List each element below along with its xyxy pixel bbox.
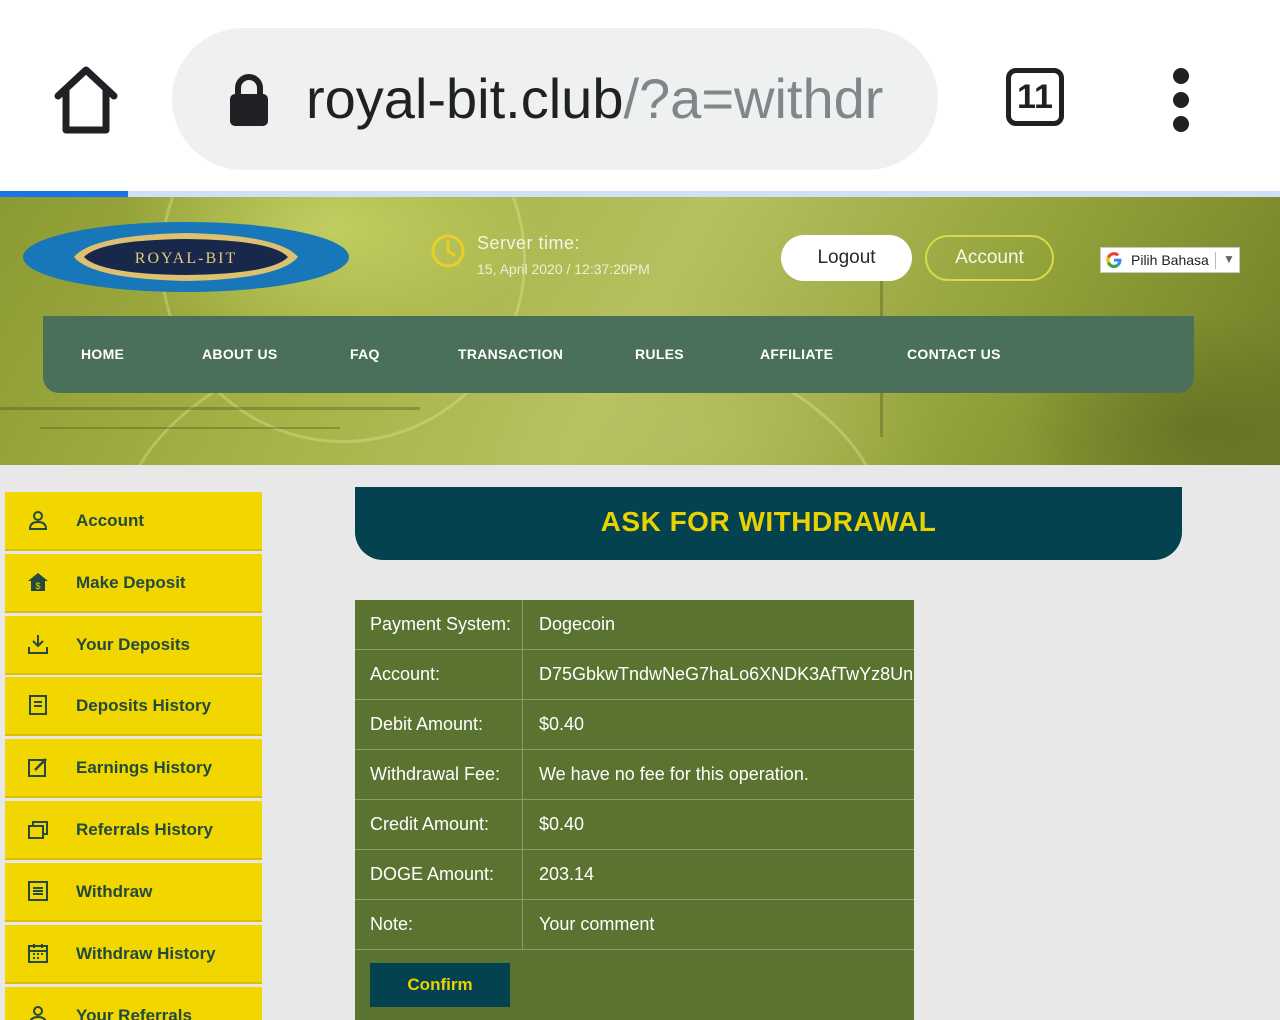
form-value: $0.40: [539, 714, 585, 734]
form-value: Dogecoin: [539, 614, 616, 634]
nav-home[interactable]: HOME: [81, 316, 124, 393]
tab-switcher-button[interactable]: 11: [1006, 68, 1064, 126]
sidebar-item-your-deposits[interactable]: Your Deposits: [5, 616, 262, 673]
sidebar-item-label: Your Deposits: [76, 635, 190, 654]
header-decoration: [0, 407, 420, 410]
note-field[interactable]: Your comment: [524, 900, 914, 949]
sidebar-item-label: Make Deposit: [76, 573, 186, 592]
sidebar-item-earnings-history[interactable]: Earnings History: [5, 739, 262, 796]
nav-about-us[interactable]: ABOUT US: [202, 316, 278, 393]
dropdown-arrow-icon: ▼: [1223, 252, 1235, 266]
nav-contact-us[interactable]: CONTACT US: [907, 316, 1001, 393]
nav-transaction[interactable]: TRANSACTION: [458, 316, 563, 393]
form-value: D75GbkwTndwNeG7haLo6XNDK3AfTwYz8Un: [539, 664, 914, 684]
form-confirm-row: Confirm: [355, 950, 914, 1020]
form-value: We have no fee for this operation.: [539, 764, 809, 784]
url-text[interactable]: royal-bit.club/?a=withdr: [306, 64, 906, 134]
stack-icon: [27, 818, 49, 840]
site-logo[interactable]: ROYAL-BIT: [22, 221, 350, 293]
site-header: ROYAL-BIT Server time: 15, April 2020 / …: [0, 197, 1280, 465]
home-dollar-icon: $: [27, 571, 49, 593]
sidebar-item-label: Your Referrals: [76, 1006, 192, 1020]
users-icon: [27, 1004, 49, 1020]
sidebar-item-your-referrals[interactable]: Your Referrals: [5, 987, 262, 1020]
form-label: Withdrawal Fee:: [355, 750, 523, 799]
form-value: 203.14: [539, 864, 595, 884]
sidebar-item-withdraw-history[interactable]: Withdraw History: [5, 925, 262, 982]
sidebar-item-label: Referrals History: [76, 820, 214, 839]
more-menu-icon[interactable]: [1168, 68, 1194, 132]
document-icon: [27, 694, 49, 716]
download-tray-icon: [27, 633, 49, 655]
url-path: /?a=withdr: [623, 67, 884, 130]
form-row-debit-amount: Debit Amount: $0.40: [355, 700, 914, 750]
sidebar-item-deposits-history[interactable]: Deposits History: [5, 677, 262, 734]
nav-faq[interactable]: FAQ: [350, 316, 380, 393]
sidebar-item-label: Withdraw: [76, 882, 153, 901]
nav-rules[interactable]: RULES: [635, 316, 684, 393]
page-title: ASK FOR WITHDRAWAL: [600, 506, 937, 537]
svg-text:$: $: [35, 581, 40, 591]
server-time-value: 15, April 2020 / 12:37:20PM: [477, 261, 650, 277]
language-select-divider: [1215, 252, 1216, 269]
sidebar-item-make-deposit[interactable]: $ Make Deposit: [5, 554, 262, 611]
sidebar-item-withdraw[interactable]: Withdraw: [5, 863, 262, 920]
form-label: Debit Amount:: [355, 700, 523, 749]
lock-icon: [228, 72, 270, 128]
page-title-bar: ASK FOR WITHDRAWAL: [355, 487, 1182, 560]
form-label: Credit Amount:: [355, 800, 523, 849]
logout-button[interactable]: Logout: [781, 235, 912, 281]
sidebar-item-account[interactable]: Account: [5, 492, 262, 549]
home-icon[interactable]: [50, 62, 122, 138]
form-row-doge-amount: DOGE Amount: 203.14: [355, 850, 914, 900]
edit-icon: [27, 756, 49, 778]
content-area: Account $ Make Deposit Your Deposits Dep…: [0, 465, 1280, 1020]
account-button[interactable]: Account: [925, 235, 1054, 281]
form-label: Account:: [355, 650, 523, 699]
form-label: Note:: [355, 900, 523, 949]
language-select-label: Pilih Bahasa: [1131, 252, 1209, 268]
form-value: $0.40: [539, 814, 585, 834]
clock-icon: [430, 233, 466, 269]
form-row-account: Account: D75GbkwTndwNeG7haLo6XNDK3AfTwYz…: [355, 650, 914, 700]
logo-text: ROYAL-BIT: [135, 250, 237, 267]
browser-toolbar: royal-bit.club/?a=withdr 11: [0, 0, 1280, 192]
sidebar-item-label: Earnings History: [76, 758, 213, 777]
user-icon: [27, 509, 49, 531]
confirm-button[interactable]: Confirm: [370, 963, 510, 1007]
address-bar[interactable]: royal-bit.club/?a=withdr: [172, 28, 938, 170]
form-row-note: Note: Your comment: [355, 900, 914, 950]
header-decoration: [40, 427, 340, 429]
withdrawal-form: Payment System: Dogecoin Account: D75Gbk…: [355, 600, 914, 1020]
list-icon: [27, 880, 49, 902]
server-time-label: Server time:: [477, 233, 581, 253]
sidebar-item-label: Deposits History: [76, 696, 212, 715]
form-row-withdrawal-fee: Withdrawal Fee: We have no fee for this …: [355, 750, 914, 800]
form-row-payment-system: Payment System: Dogecoin: [355, 600, 914, 650]
form-label: Payment System:: [355, 600, 523, 649]
main-nav: HOME ABOUT US FAQ TRANSACTION RULES AFFI…: [43, 316, 1194, 393]
language-select[interactable]: Pilih Bahasa ▼: [1100, 247, 1240, 273]
nav-affiliate[interactable]: AFFILIATE: [760, 316, 833, 393]
calendar-icon: [27, 942, 49, 964]
sidebar-item-label: Withdraw History: [76, 944, 216, 963]
form-label: DOGE Amount:: [355, 850, 523, 899]
sidebar-item-referrals-history[interactable]: Referrals History: [5, 801, 262, 858]
form-row-credit-amount: Credit Amount: $0.40: [355, 800, 914, 850]
google-icon: [1105, 251, 1123, 269]
url-host: royal-bit.club: [306, 67, 624, 130]
sidebar-item-label: Account: [76, 511, 144, 530]
